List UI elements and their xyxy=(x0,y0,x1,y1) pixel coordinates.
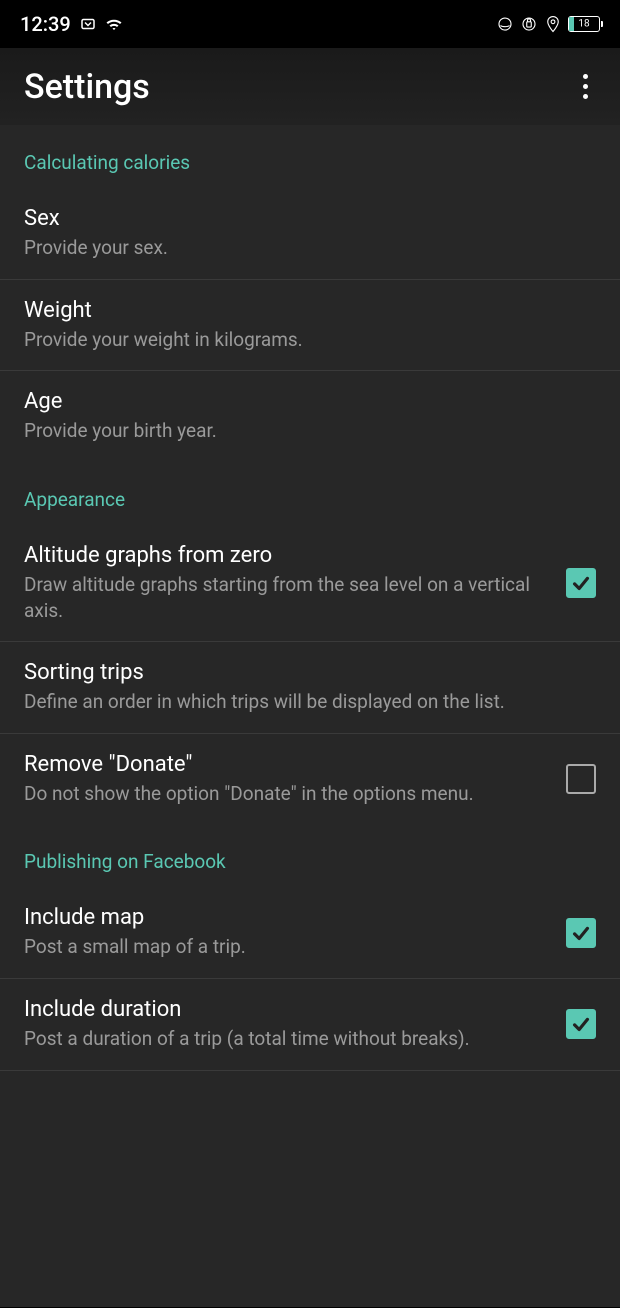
setting-title: Remove "Donate" xyxy=(24,752,550,777)
checkbox-altitude[interactable] xyxy=(566,568,596,598)
setting-desc: Provide your sex. xyxy=(24,235,596,261)
app-header: Settings xyxy=(0,48,620,125)
checkbox-duration[interactable] xyxy=(566,1009,596,1039)
setting-desc: Do not show the option "Donate" in the o… xyxy=(24,781,550,807)
setting-title: Weight xyxy=(24,298,596,323)
status-bar: 12:39 18 xyxy=(0,0,620,48)
setting-row-age[interactable]: Age Provide your birth year. xyxy=(0,371,620,462)
battery-percent: 18 xyxy=(578,19,589,30)
setting-desc: Provide your weight in kilograms. xyxy=(24,327,596,353)
setting-title: Include duration xyxy=(24,997,550,1022)
page-title: Settings xyxy=(24,67,150,107)
setting-title: Altitude graphs from zero xyxy=(24,543,550,568)
location-icon xyxy=(544,15,562,33)
more-options-button[interactable] xyxy=(575,66,596,107)
rotation-lock-icon xyxy=(520,15,538,33)
setting-desc: Post a duration of a trip (a total time … xyxy=(24,1026,550,1052)
settings-content[interactable]: Calculating calories Sex Provide your se… xyxy=(0,125,620,1307)
setting-title: Include map xyxy=(24,905,550,930)
status-left: 12:39 xyxy=(20,12,123,36)
setting-desc: Post a small map of a trip. xyxy=(24,934,550,960)
clock: 12:39 xyxy=(20,12,71,36)
setting-row-include-map[interactable]: Include map Post a small map of a trip. xyxy=(0,887,620,979)
setting-title: Age xyxy=(24,389,596,414)
setting-desc: Define an order in which trips will be d… xyxy=(24,689,596,715)
section-header-calories: Calculating calories xyxy=(0,125,620,188)
status-right: 18 xyxy=(496,15,600,33)
setting-row-include-duration[interactable]: Include duration Post a duration of a tr… xyxy=(0,979,620,1071)
setting-row-sex[interactable]: Sex Provide your sex. xyxy=(0,188,620,280)
section-header-appearance: Appearance xyxy=(0,462,620,525)
setting-desc: Provide your birth year. xyxy=(24,418,596,444)
checkbox-map[interactable] xyxy=(566,918,596,948)
setting-row-weight[interactable]: Weight Provide your weight in kilograms. xyxy=(0,280,620,372)
data-icon xyxy=(496,15,514,33)
setting-row-altitude[interactable]: Altitude graphs from zero Draw altitude … xyxy=(0,525,620,642)
setting-row-sorting[interactable]: Sorting trips Define an order in which t… xyxy=(0,642,620,734)
setting-desc: Draw altitude graphs starting from the s… xyxy=(24,572,550,623)
setting-row-donate[interactable]: Remove "Donate" Do not show the option "… xyxy=(0,734,620,825)
setting-title: Sorting trips xyxy=(24,660,596,685)
notification-icon xyxy=(79,15,97,33)
setting-title: Sex xyxy=(24,206,596,231)
section-header-facebook: Publishing on Facebook xyxy=(0,824,620,887)
checkbox-donate[interactable] xyxy=(566,764,596,794)
battery-indicator: 18 xyxy=(568,16,600,32)
wifi-icon xyxy=(105,15,123,33)
